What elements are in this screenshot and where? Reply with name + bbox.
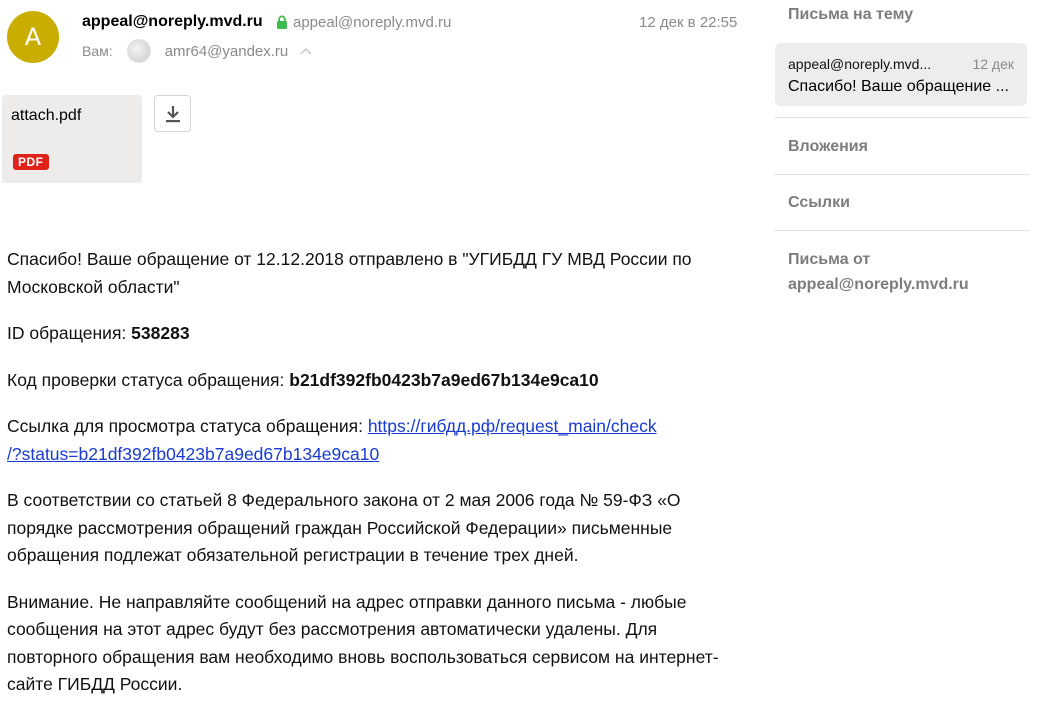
chevron-up-icon[interactable]: [300, 47, 312, 55]
sender-address-text: appeal@noreply.mvd.ru: [293, 14, 452, 31]
from-sender-section-title[interactable]: Письма от: [788, 251, 870, 269]
divider: [775, 117, 1030, 118]
code-label: Код проверки статуса обращения:: [7, 369, 290, 390]
divider: [775, 230, 1030, 231]
thread-item[interactable]: appeal@noreply.mvd... 12 дек Спасибо! Ва…: [775, 43, 1027, 106]
status-link-label: Ссылка для просмотра статуса обращения:: [7, 416, 368, 436]
thread-section-title: Письма на тему: [788, 6, 914, 23]
recipients-row: Вам: amr64@yandex.ru: [82, 39, 312, 63]
links-section-title[interactable]: Ссылки: [788, 194, 850, 212]
code-value: b21df392fb0423b7a9ed67b134e9ca10: [289, 369, 599, 390]
body-paragraph-link: Ссылка для просмотра статуса обращения: …: [7, 413, 747, 468]
lock-icon: [277, 15, 287, 29]
sender-address[interactable]: appeal@noreply.mvd.ru: [276, 14, 451, 31]
from-sender-section-address[interactable]: appeal@noreply.mvd.ru: [788, 276, 969, 294]
sender-name[interactable]: appeal@noreply.mvd.ru: [82, 13, 263, 31]
body-paragraph-law: В соответствии со статьей 8 Федерального…: [7, 490, 681, 565]
download-icon: [165, 105, 180, 122]
attachment-filename: attach.pdf: [11, 107, 82, 124]
thread-item-subject: Спасибо! Ваше обращение ...: [788, 78, 1009, 95]
thread-item-from: appeal@noreply.mvd...: [788, 56, 932, 72]
body-paragraph-id: ID обращения: 538283: [7, 320, 747, 348]
body-paragraph-thanks: Спасибо! Ваше обращение от 12.12.2018 от…: [7, 249, 692, 297]
divider: [775, 174, 1030, 175]
sender-avatar[interactable]: A: [7, 11, 59, 63]
id-value: 538283: [131, 323, 190, 343]
body-paragraph-code: Код проверки статуса обращения: b21df392…: [7, 367, 747, 395]
id-label: ID обращения:: [7, 323, 132, 343]
download-button[interactable]: [154, 95, 191, 132]
recipient-address[interactable]: amr64@yandex.ru: [165, 43, 289, 60]
body-paragraph-warning: Внимание. Не направляйте сообщений на ад…: [7, 591, 719, 695]
status-link-part2[interactable]: /?status=b21df392fb0423b7a9ed67b134e9ca1…: [7, 444, 379, 464]
pdf-badge: PDF: [13, 154, 49, 170]
message-date: 12 дек в 22:55: [639, 14, 738, 31]
attachments-section-title[interactable]: Вложения: [788, 138, 868, 156]
status-link-part1[interactable]: https://гибдд.рф/request_main/check: [368, 416, 657, 436]
recipient-avatar[interactable]: [126, 39, 151, 63]
thread-item-date: 12 дек: [972, 56, 1014, 72]
to-label: Вам:: [82, 43, 113, 59]
attachment-card[interactable]: attach.pdf PDF: [2, 95, 142, 183]
message-body: Спасибо! Ваше обращение от 12.12.2018 от…: [7, 246, 747, 718]
